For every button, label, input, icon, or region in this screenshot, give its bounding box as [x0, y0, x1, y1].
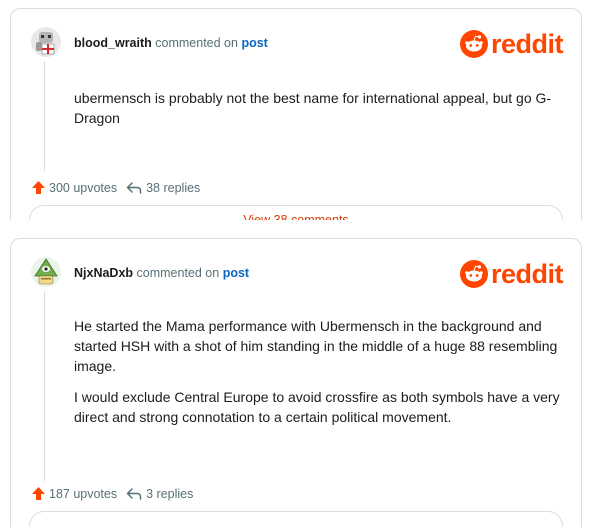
reddit-logo[interactable]: reddit: [459, 258, 564, 289]
reply-count: 3 replies: [146, 486, 194, 501]
reddit-snoo-icon: [459, 260, 488, 288]
reddit-logo[interactable]: reddit: [459, 28, 564, 59]
upvote-arrow-icon[interactable]: [31, 486, 46, 501]
upvote-count: 300 upvotes: [49, 180, 118, 195]
action-text: commented on: [155, 36, 238, 50]
comment-paragraph: I would exclude Central Europe to avoid …: [74, 389, 560, 425]
upvote-arrow-icon[interactable]: [31, 180, 46, 195]
comment-paragraph: He started the Mama performance with Ube…: [74, 318, 558, 374]
comment-meta: blood_wraith commented on post: [74, 36, 268, 50]
post-link[interactable]: post: [223, 266, 249, 280]
comment-stats: 300 upvotes 38 replies: [31, 180, 200, 195]
action-text: commented on: [136, 266, 220, 280]
comment-stats: 187 upvotes 3 replies: [31, 486, 193, 501]
njxnadxb-avatar-icon[interactable]: [30, 256, 62, 288]
username-link[interactable]: blood_wraith: [74, 36, 152, 50]
reply-count: 38 replies: [146, 180, 201, 195]
view-comments-button[interactable]: View 38 comments: [29, 205, 563, 220]
post-link[interactable]: post: [241, 36, 267, 50]
thread-line: [44, 291, 45, 481]
reddit-wordmark: reddit: [490, 28, 564, 59]
reply-arrow-icon[interactable]: [126, 181, 142, 195]
view-comments-button[interactable]: [29, 511, 563, 527]
blood-wraith-avatar-icon[interactable]: [30, 26, 62, 58]
comment-meta: NjxNaDxb commented on post: [74, 266, 249, 280]
upvote-count: 187 upvotes: [49, 486, 118, 501]
thread-line: [44, 61, 45, 171]
username-link[interactable]: NjxNaDxb: [74, 266, 133, 280]
comment-card: NjxNaDxb commented on post reddit He sta…: [10, 238, 582, 527]
reddit-wordmark: reddit: [490, 258, 564, 289]
reddit-snoo-icon: [459, 30, 488, 58]
comment-body: He started the Mama performance with Ube…: [74, 316, 564, 438]
comment-body: ubermensch is probably not the best name…: [74, 88, 564, 139]
reply-arrow-icon[interactable]: [126, 487, 142, 501]
comment-paragraph: ubermensch is probably not the best name…: [74, 90, 552, 126]
comment-card: blood_wraith commented on post reddit ub…: [10, 8, 582, 220]
